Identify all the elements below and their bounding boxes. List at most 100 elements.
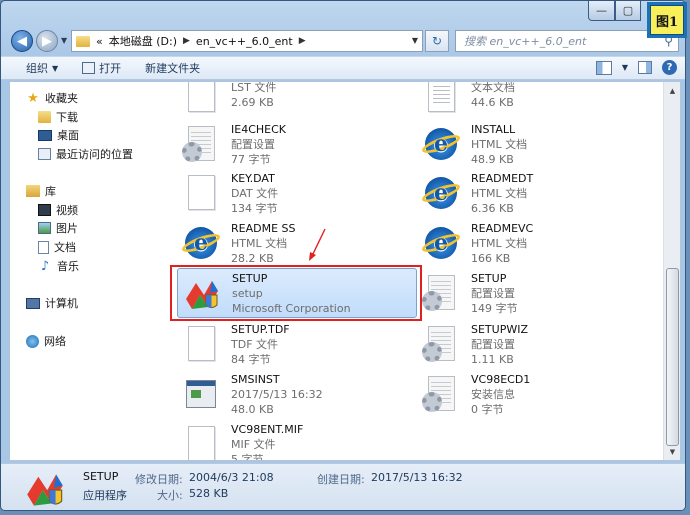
- address-dropdown-icon[interactable]: ▼: [412, 36, 418, 45]
- file-size: 149 字节: [471, 301, 518, 315]
- sidebar-item-recent-places[interactable]: 最近访问的位置: [38, 146, 133, 162]
- breadcrumb-overflow[interactable]: «: [96, 35, 103, 48]
- documents-icon: [38, 240, 49, 254]
- file-type: 安装信息: [471, 387, 515, 401]
- open-icon: [82, 62, 96, 74]
- open-label: 打开: [99, 62, 122, 75]
- file-tile[interactable]: VC98ENT.MIF MIF 文件 5 字节: [177, 419, 417, 460]
- details-file-name: SETUP: [83, 470, 119, 483]
- help-icon[interactable]: ?: [662, 60, 677, 75]
- folder-icon: [76, 35, 90, 47]
- file-tile[interactable]: e READMEDT HTML 文档 6.36 KB: [417, 168, 657, 218]
- config-gear-icon: [421, 273, 461, 313]
- file-size: 84 字节: [231, 352, 271, 366]
- caption-buttons: — ▢: [588, 1, 641, 21]
- sidebar-label: 最近访问的位置: [56, 148, 133, 161]
- toolbar-right: ▼ ?: [595, 60, 677, 75]
- sidebar-item-desktop[interactable]: 桌面: [38, 127, 79, 143]
- search-input[interactable]: 搜索 en_vc++_6.0_ent ⚲: [455, 30, 679, 52]
- chevron-right-icon[interactable]: ▶: [299, 36, 306, 46]
- sidebar-item-network[interactable]: 网络: [26, 333, 66, 349]
- file-list: LST 文件 2.69 KB 文本文档 44.6 KB IE4CHECK 配置设置 77…: [163, 82, 664, 460]
- vertical-scrollbar[interactable]: ▲ ▼: [663, 82, 680, 460]
- file-tile[interactable]: SETUPWIZ 配置设置 1.11 KB: [417, 319, 657, 369]
- file-type: DAT 文件: [231, 186, 279, 200]
- recent-pages-dropdown-icon[interactable]: ▼: [61, 36, 67, 45]
- forward-button[interactable]: ▶: [36, 30, 58, 52]
- file-tile[interactable]: VC98ECD1 安装信息 0 字节: [417, 369, 657, 419]
- scroll-down-icon[interactable]: ▼: [665, 444, 680, 459]
- sidebar-label: 文档: [54, 241, 76, 254]
- sidebar-item-downloads[interactable]: 下载: [38, 109, 78, 125]
- file-size: 5 字节: [231, 452, 264, 461]
- content-area: ★ 收藏夹 下载 桌面 最近访问的位置 库 视频 图片 文档 ♪ 音乐 计算机 …: [9, 81, 681, 461]
- file-name: SETUP: [471, 271, 507, 285]
- file-date: 2017/5/13 16:32: [231, 387, 323, 401]
- navigation-pane: ★ 收藏夹 下载 桌面 最近访问的位置 库 视频 图片 文档 ♪ 音乐 计算机 …: [10, 82, 162, 460]
- file-tile[interactable]: LST 文件 2.69 KB: [177, 82, 417, 120]
- sidebar-item-pictures[interactable]: 图片: [38, 220, 78, 236]
- file-tile[interactable]: KEY.DAT DAT 文件 134 字节: [177, 168, 417, 218]
- file-size: 48.9 KB: [471, 152, 514, 166]
- file-tile[interactable]: 文本文档 44.6 KB: [417, 82, 657, 120]
- file-name: INSTALL: [471, 122, 516, 136]
- sidebar-item-music[interactable]: ♪ 音乐: [38, 258, 79, 274]
- chevron-right-icon[interactable]: ▶: [183, 36, 190, 46]
- sidebar-item-favorites[interactable]: ★ 收藏夹: [26, 90, 78, 106]
- title-bar: — ▢: [1, 1, 685, 29]
- file-tile[interactable]: IE4CHECK 配置设置 77 字节: [177, 119, 417, 169]
- file-type: HTML 文档: [471, 236, 528, 250]
- refresh-button[interactable]: ↻: [425, 30, 449, 52]
- file-company: Microsoft Corporation: [232, 301, 351, 315]
- new-folder-button[interactable]: 新建文件夹: [145, 60, 200, 76]
- preview-pane-icon[interactable]: [638, 61, 652, 74]
- file-tile[interactable]: e README SS HTML 文档 28.2 KB: [177, 218, 417, 268]
- scroll-up-icon[interactable]: ▲: [665, 83, 680, 98]
- file-name: KEY.DAT: [231, 171, 275, 185]
- sidebar-label: 库: [45, 185, 56, 198]
- minimize-button[interactable]: —: [588, 1, 615, 21]
- sidebar-item-computer[interactable]: 计算机: [26, 295, 78, 311]
- sidebar-item-documents[interactable]: 文档: [38, 239, 76, 255]
- breadcrumb-folder[interactable]: en_vc++_6.0_ent: [196, 35, 293, 48]
- file-tile[interactable]: SETUP.TDF TDF 文件 84 字节: [177, 319, 417, 369]
- file-tile-selected[interactable]: SETUP setup Microsoft Corporation: [177, 268, 417, 318]
- file-type: setup: [232, 286, 263, 300]
- desktop-icon: [38, 129, 52, 141]
- file-tile[interactable]: SETUP 配置设置 149 字节: [417, 268, 657, 318]
- explorer-window: — ▢ ◀ ▶ ▼ « 本地磁盘 (D:) ▶ en_vc++_6.0_ent …: [0, 0, 686, 511]
- address-bar[interactable]: « 本地磁盘 (D:) ▶ en_vc++_6.0_ent ▶ ▼: [71, 30, 423, 52]
- organize-label: 组织: [26, 62, 48, 75]
- sidebar-item-videos[interactable]: 视频: [38, 202, 78, 218]
- ie-icon: e: [180, 223, 222, 263]
- file-tile[interactable]: SMSINST 2017/5/13 16:32 48.0 KB: [177, 369, 417, 419]
- open-button[interactable]: 打开: [82, 60, 121, 76]
- file-tile[interactable]: e READMEVC HTML 文档 166 KB: [417, 218, 657, 268]
- text-doc-icon: [421, 82, 461, 115]
- ie-icon: e: [420, 173, 462, 213]
- file-type: 配置设置: [471, 286, 515, 300]
- organize-button[interactable]: 组织 ▼: [26, 60, 58, 76]
- view-dropdown-icon[interactable]: ▼: [622, 63, 628, 72]
- file-name: VC98ENT.MIF: [231, 422, 304, 436]
- file-type: LST 文件: [231, 82, 277, 94]
- file-type: TDF 文件: [231, 337, 279, 351]
- scroll-thumb[interactable]: [666, 268, 679, 446]
- file-size: 28.2 KB: [231, 251, 274, 265]
- navigation-bar: ◀ ▶ ▼ « 本地磁盘 (D:) ▶ en_vc++_6.0_ent ▶ ▼ …: [9, 29, 679, 53]
- sidebar-label: 视频: [56, 204, 78, 217]
- sidebar-label: 桌面: [57, 129, 79, 142]
- recent-places-icon: [38, 148, 51, 160]
- file-size: 2.69 KB: [231, 96, 274, 109]
- change-view-icon[interactable]: [595, 60, 612, 75]
- pictures-icon: [38, 222, 51, 234]
- back-button[interactable]: ◀: [11, 30, 33, 52]
- sidebar-label: 图片: [56, 222, 78, 235]
- file-tile[interactable]: e INSTALL HTML 文档 48.9 KB: [417, 119, 657, 169]
- library-icon: [26, 185, 40, 197]
- dropdown-arrow-icon: ▼: [52, 63, 59, 73]
- sidebar-item-libraries[interactable]: 库: [26, 183, 56, 199]
- maximize-button[interactable]: ▢: [615, 1, 641, 21]
- breadcrumb-drive[interactable]: 本地磁盘 (D:): [109, 33, 177, 49]
- page-icon: [181, 82, 221, 115]
